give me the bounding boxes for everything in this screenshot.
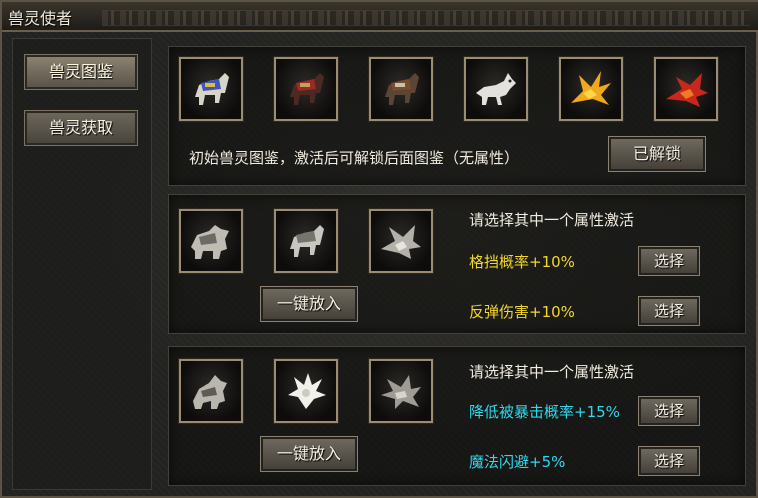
select-button[interactable]: 选择 <box>638 296 700 326</box>
codex-description: 初始兽灵图鉴，激活后可解锁后面图鉴（无属性） <box>189 149 520 167</box>
spirit-slot[interactable] <box>178 208 244 274</box>
spirit-envoy-window: 兽灵使者 兽灵图鉴 兽灵获取 初始兽灵图鉴，激活后可解锁后面图鉴（无属性） 已解… <box>0 0 758 498</box>
spirit-slot[interactable] <box>653 56 719 122</box>
select-button[interactable]: 选择 <box>638 246 700 276</box>
white-phoenix-icon <box>288 373 326 409</box>
sidebar-item-spirit-acquire[interactable]: 兽灵获取 <box>24 110 138 146</box>
one-click-insert-button[interactable]: 一键放入 <box>260 436 358 472</box>
spirit-slot[interactable] <box>463 56 529 122</box>
golden-phoenix-icon <box>571 71 611 105</box>
white-wolf-icon <box>476 73 516 105</box>
window-title: 兽灵使者 <box>8 9 73 28</box>
select-attribute-prompt: 请选择其中一个属性激活 <box>469 363 635 381</box>
armored-horse-brown-icon <box>385 73 419 105</box>
armored-horse-red-icon <box>290 73 324 105</box>
silver-wolf-icon <box>193 375 227 409</box>
codex-panel-second: 请选择其中一个属性激活 格挡概率+10% 选择 反弹伤害+10% 选择 一键放入 <box>168 194 746 334</box>
attribute-option-reflect-damage: 反弹伤害+10% <box>469 303 575 321</box>
one-click-insert-button[interactable]: 一键放入 <box>260 286 358 322</box>
codex-panel-third: 请选择其中一个属性激活 降低被暴击概率+15% 选择 魔法闪避+5% 选择 一键… <box>168 346 746 486</box>
attribute-option-crit-resist: 降低被暴击概率+15% <box>469 403 620 421</box>
main-content: 初始兽灵图鉴，激活后可解锁后面图鉴（无属性） 已解锁 请选择其中一个属性激活 格… <box>154 38 750 490</box>
unlocked-button[interactable]: 已解锁 <box>608 136 706 172</box>
sidebar: 兽灵图鉴 兽灵获取 <box>12 38 152 490</box>
sidebar-item-spirit-codex[interactable]: 兽灵图鉴 <box>24 54 138 90</box>
spirit-slot[interactable] <box>368 208 434 274</box>
select-button[interactable]: 选择 <box>638 446 700 476</box>
spirit-slot[interactable] <box>368 358 434 424</box>
attribute-option-magic-dodge: 魔法闪避+5% <box>469 453 566 471</box>
spirit-slot[interactable] <box>273 56 339 122</box>
select-button[interactable]: 选择 <box>638 396 700 426</box>
spirit-slot[interactable] <box>273 208 339 274</box>
spirit-slot[interactable] <box>558 56 624 122</box>
silver-bird-icon <box>381 225 421 259</box>
spirit-slot[interactable] <box>178 56 244 122</box>
silver-dragon-bird-icon <box>381 375 421 409</box>
codex-panel-initial: 初始兽灵图鉴，激活后可解锁后面图鉴（无属性） 已解锁 <box>168 46 746 186</box>
titlebar-pattern <box>102 10 750 26</box>
select-attribute-prompt: 请选择其中一个属性激活 <box>469 211 635 229</box>
attribute-option-block-rate: 格挡概率+10% <box>469 253 575 271</box>
silver-beast-icon <box>191 225 229 259</box>
armored-horse-blue-icon <box>195 73 229 105</box>
red-fire-bird-icon <box>666 73 708 107</box>
window-titlebar[interactable]: 兽灵使者 <box>2 2 758 32</box>
spirit-slot[interactable] <box>273 358 339 424</box>
silver-horse-icon <box>290 225 324 257</box>
spirit-slot[interactable] <box>368 56 434 122</box>
spirit-slot[interactable] <box>178 358 244 424</box>
